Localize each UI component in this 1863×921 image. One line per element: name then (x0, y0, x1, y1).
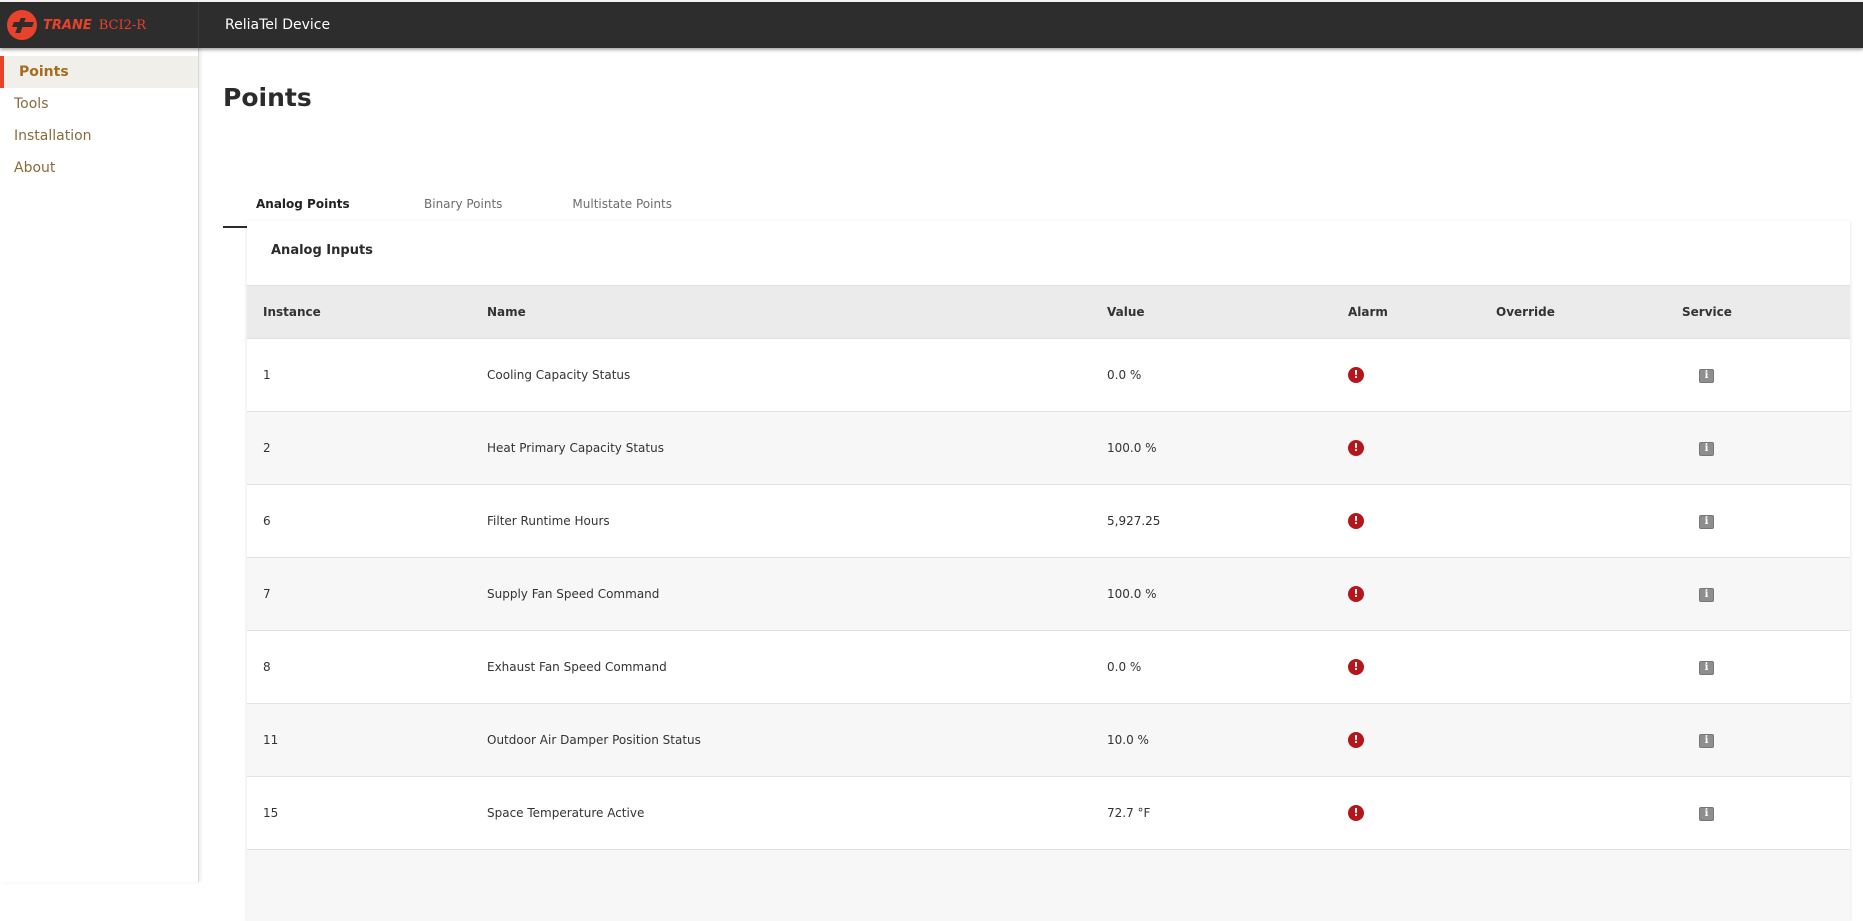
table-header-row: Instance Name Value Alarm Override Servi… (247, 286, 1850, 339)
alarm-icon[interactable]: ! (1348, 805, 1364, 821)
table-row[interactable]: 2 Heat Primary Capacity Status 100.0 % !… (247, 412, 1850, 485)
table-row[interactable]: 11 Outdoor Air Damper Position Status 10… (247, 704, 1850, 777)
column-header-override[interactable]: Override (1495, 286, 1680, 339)
sidebar-item-points[interactable]: Points (0, 56, 198, 88)
info-icon[interactable]: i (1699, 442, 1714, 456)
column-header-service[interactable]: Service (1680, 286, 1850, 339)
cell-value: 100.0 % (1106, 558, 1347, 631)
analog-inputs-table: Instance Name Value Alarm Override Servi… (247, 285, 1850, 921)
cell-name[interactable]: Cooling Capacity Status (487, 339, 1106, 412)
column-header-instance[interactable]: Instance (247, 286, 487, 339)
cell-name[interactable]: Exhaust Fan Speed Command (487, 631, 1106, 704)
cell-service: i (1680, 558, 1850, 631)
cell-alarm: ! (1347, 558, 1495, 631)
cell-service: i (1680, 704, 1850, 777)
page-title: Points (223, 83, 312, 112)
cell-name[interactable]: Outdoor Air Damper Position Status (487, 704, 1106, 777)
info-icon[interactable]: i (1699, 369, 1714, 383)
sidebar-item-installation[interactable]: Installation (0, 120, 198, 152)
cell-value: 0.0 % (1106, 631, 1347, 704)
cell-override (1495, 485, 1680, 558)
cell-instance (247, 850, 487, 921)
cell-alarm: ! (1347, 339, 1495, 412)
cell-alarm: ! (1347, 777, 1495, 850)
table-row[interactable]: 8 Exhaust Fan Speed Command 0.0 % ! i (247, 631, 1850, 704)
alarm-icon[interactable]: ! (1348, 659, 1364, 675)
cell-value: 72.7 °F (1106, 777, 1347, 850)
cell-instance: 1 (247, 339, 487, 412)
analog-inputs-card: Analog Inputs Instance Name Value Alarm … (247, 221, 1850, 921)
alarm-icon[interactable]: ! (1348, 732, 1364, 748)
device-title: ReliaTel Device (225, 17, 330, 33)
info-icon[interactable]: i (1699, 661, 1714, 675)
column-header-alarm[interactable]: Alarm (1347, 286, 1495, 339)
cell-value: 10.0 % (1106, 704, 1347, 777)
cell-alarm: ! (1347, 631, 1495, 704)
cell-override (1495, 631, 1680, 704)
cell-alarm: ! (1347, 485, 1495, 558)
cell-value (1106, 850, 1347, 921)
cell-value: 100.0 % (1106, 412, 1347, 485)
cell-override (1495, 850, 1680, 921)
cell-service: i (1680, 631, 1850, 704)
top-bar: TRANE BCI2-R ReliaTel Device (0, 0, 1863, 48)
table-row[interactable]: 15 Space Temperature Active 72.7 °F ! i (247, 777, 1850, 850)
cell-instance: 7 (247, 558, 487, 631)
cell-instance: 6 (247, 485, 487, 558)
cell-service: i (1680, 339, 1850, 412)
cell-override (1495, 704, 1680, 777)
column-header-value[interactable]: Value (1106, 286, 1347, 339)
alarm-icon[interactable]: ! (1348, 367, 1364, 383)
cell-name[interactable]: Space Temperature Active (487, 777, 1106, 850)
cell-service: i (1680, 777, 1850, 850)
info-icon[interactable]: i (1699, 734, 1714, 748)
table-row[interactable] (247, 850, 1850, 921)
cell-alarm: ! (1347, 412, 1495, 485)
card-title: Analog Inputs (247, 221, 1850, 285)
brand[interactable]: TRANE BCI2-R (0, 2, 199, 48)
column-header-name[interactable]: Name (487, 286, 1106, 339)
info-icon[interactable]: i (1699, 515, 1714, 529)
alarm-icon[interactable]: ! (1348, 586, 1364, 602)
trane-logo-icon (7, 10, 37, 40)
cell-name[interactable]: Supply Fan Speed Command (487, 558, 1106, 631)
alarm-icon[interactable]: ! (1348, 440, 1364, 456)
cell-service: i (1680, 412, 1850, 485)
cell-instance: 15 (247, 777, 487, 850)
cell-value: 0.0 % (1106, 339, 1347, 412)
device-model: BCI2-R (99, 18, 146, 33)
cell-override (1495, 339, 1680, 412)
cell-instance: 2 (247, 412, 487, 485)
cell-instance: 8 (247, 631, 487, 704)
sidebar: Points Tools Installation About (0, 48, 199, 882)
cell-override (1495, 412, 1680, 485)
sidebar-item-tools[interactable]: Tools (0, 88, 198, 120)
table-row[interactable]: 7 Supply Fan Speed Command 100.0 % ! i (247, 558, 1850, 631)
table-row[interactable]: 1 Cooling Capacity Status 0.0 % ! i (247, 339, 1850, 412)
cell-instance: 11 (247, 704, 487, 777)
cell-name[interactable]: Heat Primary Capacity Status (487, 412, 1106, 485)
alarm-icon[interactable]: ! (1348, 513, 1364, 529)
table-row[interactable]: 6 Filter Runtime Hours 5,927.25 ! i (247, 485, 1850, 558)
cell-name (487, 850, 1106, 921)
main-content: Points Analog Points Binary Points Multi… (200, 48, 1863, 882)
cell-value: 5,927.25 (1106, 485, 1347, 558)
info-icon[interactable]: i (1699, 588, 1714, 602)
cell-alarm (1347, 850, 1495, 921)
cell-override (1495, 777, 1680, 850)
cell-alarm: ! (1347, 704, 1495, 777)
cell-override (1495, 558, 1680, 631)
cell-name[interactable]: Filter Runtime Hours (487, 485, 1106, 558)
sidebar-item-about[interactable]: About (0, 152, 198, 184)
cell-service: i (1680, 485, 1850, 558)
cell-service (1680, 850, 1850, 921)
info-icon[interactable]: i (1699, 807, 1714, 821)
brand-name: TRANE (43, 18, 92, 33)
